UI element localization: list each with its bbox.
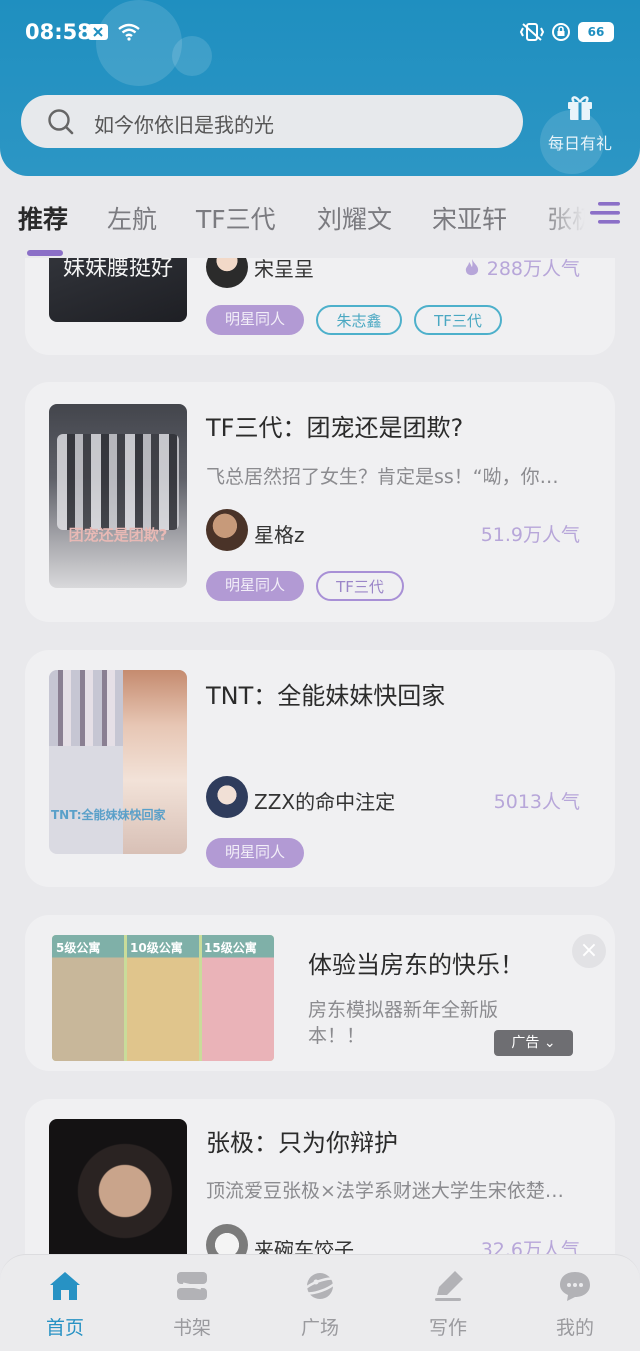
nav-home[interactable]: 首页 xyxy=(25,1269,105,1345)
avatar xyxy=(206,1224,248,1254)
gift-icon xyxy=(568,96,592,120)
wifi-icon xyxy=(116,22,142,42)
nav-write[interactable]: 写作 xyxy=(408,1269,488,1345)
author-name: ZZX的命中注定 xyxy=(254,790,396,814)
book-cover: TNT:全能妹妹快回家 xyxy=(49,670,187,854)
chat-bubble-icon xyxy=(560,1272,590,1301)
notification-icon xyxy=(87,22,109,42)
ad-panel-label: 10级公寓 xyxy=(130,941,183,955)
tag[interactable]: 明星同人 xyxy=(206,305,304,335)
book-title: 张极：只为你辩护 xyxy=(206,1129,398,1157)
book-card[interactable]: 团宠还是团欺? TF三代：团宠还是团欺? 飞总居然招了女生？肯定是ss！“呦，你… xyxy=(25,382,615,622)
tab-songyaxuan[interactable]: 宋亚轩 xyxy=(432,200,507,236)
daily-gift-label: 每日有礼 xyxy=(547,134,612,153)
cover-portrait xyxy=(123,670,187,854)
daily-gift-button[interactable]: 每日有礼 xyxy=(540,90,620,153)
ad-badge-label: 广告 xyxy=(511,1035,540,1051)
nav-label: 书架 xyxy=(172,1317,211,1339)
ad-image: 5级公寓 10级公寓 15级公寓 xyxy=(52,935,274,1061)
avatar xyxy=(206,258,248,288)
cover-group-photo xyxy=(49,670,127,746)
author-name: 宋呈呈 xyxy=(254,258,314,281)
author-name: 来碗车饺子 xyxy=(254,1238,354,1254)
nav-plaza[interactable]: 广场 xyxy=(280,1269,360,1345)
tag[interactable]: 朱志鑫 xyxy=(316,305,402,335)
book-description: 飞总居然招了女生？肯定是ss！“呦，你… xyxy=(206,466,559,488)
category-tabs: 推荐 左航 TF三代 刘耀文 宋亚轩 张极 xyxy=(0,176,640,258)
popularity: 32.6万人气 xyxy=(480,1239,580,1254)
search-placeholder: 如今你依旧是我的光 xyxy=(94,113,274,137)
lock-rotation-icon xyxy=(550,22,572,42)
close-icon[interactable]: × xyxy=(572,934,606,968)
book-cover: 妹妹腰挺好 xyxy=(49,258,187,322)
popularity-value: 288万人气 xyxy=(486,258,580,280)
author-name: 星格z xyxy=(254,523,305,547)
popularity: 51.9万人气 xyxy=(480,524,580,546)
book-card[interactable]: 妹妹腰挺好 宋呈呈 288万人气 明星同人 朱志鑫 TF三代 xyxy=(25,258,615,355)
book-cover: 团宠还是团欺? xyxy=(49,404,187,588)
search-icon xyxy=(48,109,74,135)
popularity: 5013人气 xyxy=(493,791,580,813)
bookshelf-icon xyxy=(177,1272,207,1300)
tag[interactable]: TF三代 xyxy=(316,571,404,601)
book-card[interactable]: 张极：只为你辩护 顶流爱豆张极×法学系财迷大学生宋依楚… 来碗车饺子 32.6万… xyxy=(25,1099,615,1254)
vibrate-icon xyxy=(518,22,546,42)
chevron-down-icon: ⌄ xyxy=(543,1035,556,1051)
app-header: 08:58 66 如今你依旧是我的光 每日有礼 xyxy=(0,0,640,176)
book-title: TNT：全能妹妹快回家 xyxy=(206,682,446,710)
book-description: 顶流爱豆张极×法学系财迷大学生宋依楚… xyxy=(206,1180,564,1202)
tab-liuyaowen[interactable]: 刘耀文 xyxy=(317,200,392,236)
fire-icon xyxy=(465,259,478,276)
tag[interactable]: TF三代 xyxy=(414,305,502,335)
ad-card[interactable]: 5级公寓 10级公寓 15级公寓 体验当房东的快乐！ 房东模拟器新年全新版本！！… xyxy=(25,915,615,1071)
nav-profile[interactable]: 我的 xyxy=(535,1269,615,1345)
ad-title: 体验当房东的快乐！ xyxy=(308,951,524,979)
nav-label: 首页 xyxy=(45,1317,84,1339)
nav-label: 我的 xyxy=(555,1317,594,1339)
book-feed: 妹妹腰挺好 宋呈呈 288万人气 明星同人 朱志鑫 TF三代 团宠还是团欺? T… xyxy=(0,258,640,1254)
home-icon xyxy=(50,1272,80,1300)
avatar xyxy=(206,509,248,551)
ad-panel-label: 5级公寓 xyxy=(56,941,101,955)
tab-recommend[interactable]: 推荐 xyxy=(18,200,68,236)
nav-bookshelf[interactable]: 书架 xyxy=(152,1269,232,1345)
nav-label: 广场 xyxy=(300,1317,339,1339)
category-menu-icon[interactable] xyxy=(588,198,622,228)
clock: 08:58 xyxy=(25,20,92,44)
book-cover-title: 团宠还是团欺? xyxy=(68,526,168,544)
battery-indicator: 66 xyxy=(578,22,614,42)
nav-label: 写作 xyxy=(428,1317,467,1339)
ad-badge[interactable]: 广告 ⌄ xyxy=(494,1030,573,1056)
planet-icon xyxy=(303,1273,337,1299)
active-tab-indicator xyxy=(27,250,63,256)
book-cover-title: TNT:全能妹妹快回家 xyxy=(51,808,166,822)
book-cover-title: 妹妹腰挺好 xyxy=(63,258,174,281)
book-title: TF三代：团宠还是团欺? xyxy=(206,414,464,442)
popularity: 288万人气 xyxy=(463,258,580,281)
search-bar[interactable]: 如今你依旧是我的光 xyxy=(21,95,523,148)
tag[interactable]: 明星同人 xyxy=(206,571,304,601)
avatar xyxy=(206,776,248,818)
book-card[interactable]: TNT:全能妹妹快回家 TNT：全能妹妹快回家 ZZX的命中注定 5013人气 … xyxy=(25,650,615,887)
tab-zuohang[interactable]: 左航 xyxy=(107,200,157,236)
bottom-nav: 首页 书架 广场 写作 我的 xyxy=(0,1254,640,1351)
tab-tf-gen3[interactable]: TF三代 xyxy=(196,200,276,236)
status-bar: 08:58 66 xyxy=(0,0,640,66)
pencil-icon xyxy=(435,1271,463,1301)
book-cover xyxy=(49,1119,187,1254)
ad-panel-label: 15级公寓 xyxy=(204,941,257,955)
tag[interactable]: 明星同人 xyxy=(206,838,304,868)
cover-group-photo xyxy=(57,434,179,530)
